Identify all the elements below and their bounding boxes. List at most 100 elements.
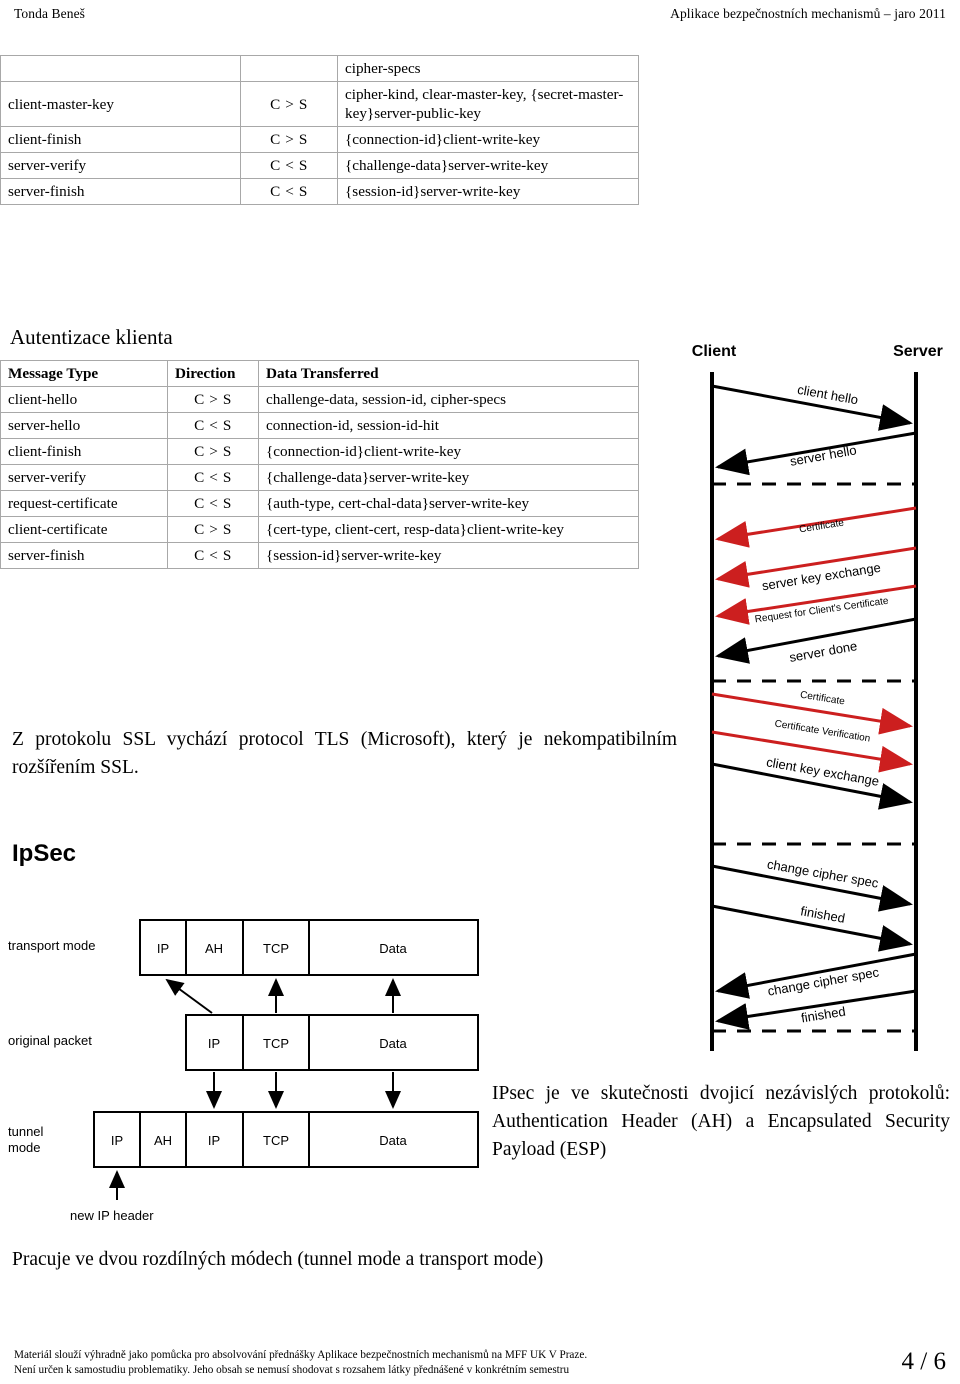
table-row: client-hello C > S challenge-data, sessi… [0,386,639,413]
cell-direction: C < S [240,178,338,205]
cell-message-type: server-finish [0,178,241,205]
ipsec-row-label-tunnel-mode-line2: mode [8,1140,41,1155]
page-header: Tonda Beneš Aplikace bezpečnostních mech… [0,6,960,28]
arrow-label-client-key-exchange: client key exchange [765,754,880,789]
cell-direction: C > S [167,386,259,413]
cell-direction: C < S [167,542,259,569]
table-row: cipher-specs [0,55,639,82]
ipsec-field-transport-data: Data [379,941,407,956]
cell-data: {session-id}server-write-key [258,542,639,569]
section-heading-ipsec: IpSec [12,840,77,867]
cell-data: challenge-data, session-id, cipher-specs [258,386,639,413]
ipsec-arrows-original-to-tunnel [206,1072,401,1109]
client-authentication-table: Message Type Direction Data Transferred … [0,360,639,569]
arrow-label-change-cipher-spec-s2c: change cipher spec [766,964,880,998]
table-row: client-finish C > S {connection-id}clien… [0,438,639,465]
footer-disclaimer-line1: Materiál slouží výhradně jako pomůcka pr… [14,1349,588,1361]
arrow-label-change-cipher-spec-c2s: change cipher spec [766,856,880,890]
table-row: server-verify C < S {challenge-data}serv… [0,152,639,179]
cell-data: cipher-kind, clear-master-key, {secret-m… [337,81,639,127]
arrow-label-certificate-verification: Certificate Verification [774,719,871,745]
ipsec-annotation-new-ip-header: new IP header [70,1208,154,1223]
page-footer: Materiál slouží výhradně jako pomůcka pr… [0,1334,960,1378]
cell-data: {connection-id}client-write-key [258,438,639,465]
cell-data: {cert-type, client-cert, resp-data}clien… [258,516,639,543]
cell-data: {session-id}server-write-key [337,178,639,205]
arrow-label-certificate: Certificate [799,518,846,536]
cell-data: {connection-id}client-write-key [337,126,639,153]
ipsec-arrows-original-to-transport [165,978,401,1014]
arrow-label-server-key-exchange: server key exchange [761,560,882,594]
ipsec-row-label-transport-mode: transport mode [8,938,95,953]
cell-data: {challenge-data}server-write-key [337,152,639,179]
table-row: server-finish C < S {session-id}server-w… [0,178,639,205]
cell-data: {challenge-data}server-write-key [258,464,639,491]
cell-direction: C > S [167,516,259,543]
cell-message-type: client-hello [0,386,168,413]
cell-message-type: client-finish [0,438,168,465]
ipsec-field-transport-ip: IP [157,941,169,956]
page-number: 4 / 6 [901,1348,946,1375]
header-author: Tonda Beneš [14,6,86,21]
cell-message-type: client-master-key [0,81,241,127]
ipsec-modes-packet-diagram: transport mode original packet tunnel mo… [0,900,500,1250]
cell-direction [240,55,338,82]
ipsec-field-tunnel-ah: AH [154,1133,172,1148]
cell-message-type: server-finish [0,542,168,569]
ipsec-field-tunnel-data: Data [379,1133,407,1148]
arrow-label-certificate-c2s: Certificate [799,690,846,708]
table-row: server-hello C < S connection-id, sessio… [0,412,639,439]
cell-message-type: server-verify [0,152,241,179]
footer-disclaimer: Materiál slouží výhradně jako pomůcka pr… [14,1348,587,1378]
diagram-label-server: Server [893,343,943,360]
paragraph-ipsec-protocol-pair: IPsec je ve skutečnosti dvojicí nezávisl… [492,1083,950,1160]
table-row: client-finish C > S {connection-id}clien… [0,126,639,153]
column-header-direction: Direction [167,360,259,387]
table-row: client-master-key C > S cipher-kind, cle… [0,81,639,127]
cell-message-type: client-finish [0,126,241,153]
cell-message-type: server-hello [0,412,168,439]
cell-message-type: request-certificate [0,490,168,517]
table-row: request-certificate C < S {auth-type, ce… [0,490,639,517]
cell-data: cipher-specs [337,55,639,82]
table-header-row: Message Type Direction Data Transferred [0,360,639,387]
ipsec-field-tunnel-ip-inner: IP [208,1133,220,1148]
cell-direction: C < S [167,464,259,491]
header-course: Aplikace bezpečnostních mechanismů – jar… [670,6,946,21]
cell-direction: C < S [240,152,338,179]
cell-message-type [0,55,241,82]
ipsec-original-row-boxes [185,1014,479,1071]
ipsec-field-tunnel-ip-outer: IP [111,1133,123,1148]
cell-direction: C < S [167,490,259,517]
table-row: server-verify C < S {challenge-data}serv… [0,464,639,491]
column-header-data-transferred: Data Transferred [258,360,639,387]
ipsec-field-transport-tcp: TCP [263,941,289,956]
section-heading-autentizace-klienta: Autentizace klienta [10,325,173,349]
ipsec-transport-row-boxes [139,919,479,976]
cell-direction: C > S [240,126,338,153]
cell-data: {auth-type, cert-chal-data}server-write-… [258,490,639,517]
cell-direction: C > S [240,81,338,127]
arrow-label-server-hello: server hello [789,442,858,468]
ssl-message-table: cipher-specs client-master-key C > S cip… [0,55,639,205]
ipsec-field-original-data: Data [379,1036,407,1051]
diagram-label-client: Client [692,343,737,360]
cell-direction: C < S [167,412,259,439]
table-row: server-finish C < S {session-id}server-w… [0,542,639,569]
ipsec-row-label-original-packet: original packet [8,1033,92,1048]
paragraph-tls: Z protokolu SSL vychází protocol TLS (Mi… [12,729,677,778]
cell-data: connection-id, session-id-hit [258,412,639,439]
cell-message-type: server-verify [0,464,168,491]
column-header-message-type: Message Type [0,360,168,387]
footer-disclaimer-line2: Není určen k samostudiu problematiky. Je… [14,1364,570,1376]
table-row: client-certificate C > S {cert-type, cli… [0,516,639,543]
ipsec-field-original-tcp: TCP [263,1036,289,1051]
ipsec-field-transport-ah: AH [205,941,223,956]
arrow-label-finished-c2s: finished [799,903,846,926]
paragraph-ipsec-modes: Pracuje ve dvou rozdílných módech (tunne… [12,1249,544,1270]
cell-direction: C > S [167,438,259,465]
ipsec-field-original-ip: IP [208,1036,220,1051]
ssl-handshake-sequence-diagram: Client Server client hello server hello … [672,336,955,1076]
ipsec-row-label-tunnel-mode-line1: tunnel [8,1124,44,1139]
arrow-certificate-verification [711,730,913,773]
